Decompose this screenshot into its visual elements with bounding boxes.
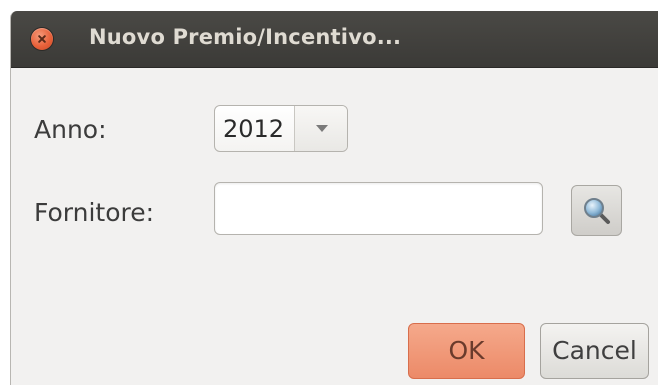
title-bar[interactable]: Nuovo Premio/Incentivo...	[11, 11, 658, 68]
close-icon[interactable]	[31, 28, 53, 50]
anno-label: Anno:	[34, 115, 107, 144]
search-button[interactable]	[571, 185, 622, 236]
anno-combobox[interactable]: 2012	[214, 105, 348, 152]
fornitore-input[interactable]	[214, 182, 543, 235]
cancel-button[interactable]: Cancel	[540, 323, 649, 379]
fornitore-label: Fornitore:	[34, 198, 155, 227]
ok-button[interactable]: OK	[408, 323, 525, 379]
anno-value[interactable]: 2012	[223, 115, 284, 143]
chevron-down-icon	[316, 125, 328, 132]
anno-dropdown-button[interactable]	[294, 106, 347, 151]
window-title: Nuovo Premio/Incentivo...	[89, 25, 402, 49]
dialog-window: Nuovo Premio/Incentivo... Anno: 2012 For…	[10, 11, 658, 385]
magnifier-icon	[584, 198, 610, 224]
